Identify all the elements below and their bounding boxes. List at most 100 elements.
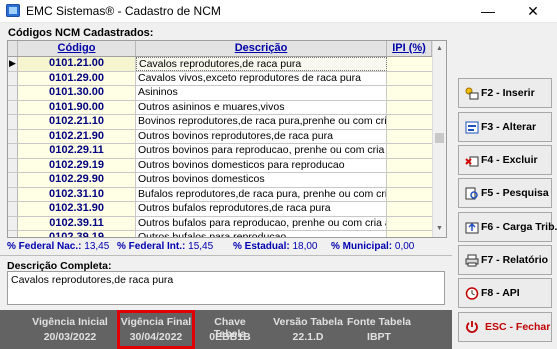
row-indicator: [8, 231, 18, 237]
table-info-footer: Vigência Inicial 20/03/2022 Vigência Fin…: [0, 310, 452, 349]
municipal-total: % Municipal: 0,00: [331, 241, 415, 252]
table-row[interactable]: 0102.21.10 Bovinos reprodutores,de raca p…: [8, 115, 432, 130]
delete-button[interactable]: F4 - Excluir: [458, 145, 552, 175]
row-indicator: [8, 129, 18, 143]
column-header-ipi[interactable]: IPI (%): [387, 41, 432, 56]
table-row[interactable]: 0102.29.90 Outros bovinos domesticos: [8, 173, 432, 188]
insert-button[interactable]: F2 - Inserir: [458, 78, 552, 108]
ipi-cell[interactable]: [387, 216, 432, 230]
ipi-cell[interactable]: [387, 71, 432, 85]
ncm-code-cell[interactable]: 0102.39.19: [18, 231, 136, 237]
ipi-cell[interactable]: [387, 129, 432, 143]
ipi-cell[interactable]: [387, 158, 432, 172]
ipi-cell[interactable]: [387, 86, 432, 100]
description-cell[interactable]: Bovinos reprodutores,de raca pura,prenhe…: [136, 115, 387, 129]
row-indicator-header: [8, 41, 18, 56]
search-button-label: F5 - Pesquisa: [481, 187, 549, 199]
description-cell[interactable]: Outros bovinos para reproducao, prenhe o…: [136, 144, 387, 158]
close-window-button[interactable]: ✕: [513, 0, 553, 22]
ipi-cell[interactable]: [387, 144, 432, 158]
ncm-code-cell[interactable]: 0101.30.00: [18, 86, 136, 100]
ipi-cell[interactable]: [387, 187, 432, 201]
ipi-cell[interactable]: [387, 202, 432, 216]
close-button-label: ESC - Fechar: [485, 321, 551, 333]
minimize-button[interactable]: —: [468, 0, 508, 22]
ncm-code-cell[interactable]: 0101.21.00: [18, 57, 136, 71]
ncm-code-cell[interactable]: 0102.31.10: [18, 187, 136, 201]
ipi-cell[interactable]: [387, 231, 432, 237]
ncm-code-cell[interactable]: 0101.90.00: [18, 100, 136, 114]
description-cell[interactable]: Cavalos reprodutores,de raca pura: [136, 57, 387, 71]
ncm-code-cell[interactable]: 0102.39.11: [18, 216, 136, 230]
vigencia-inicial-value: 20/03/2022: [43, 331, 97, 343]
table-row[interactable]: 0102.29.11 Outros bovinos para reproducao…: [8, 144, 432, 159]
table-row[interactable]: 0101.30.00 Asininos: [8, 86, 432, 101]
description-cell[interactable]: Outros bovinos reprodutores,de raca pura: [136, 129, 387, 143]
table-row[interactable]: 0102.39.19 Outros bufalos para reproducao: [8, 231, 432, 237]
search-button[interactable]: F5 - Pesquisa: [458, 178, 552, 208]
description-cell[interactable]: Outros asininos e muares,vivos: [136, 100, 387, 114]
description-cell[interactable]: Outros bufalos para reproducao: [136, 231, 387, 237]
federal-nac-total: % Federal Nac.: 13,45: [7, 241, 110, 252]
table-row[interactable]: 0102.31.90 Outros bufalos reprodutores,de…: [8, 202, 432, 217]
ncm-code-cell[interactable]: 0101.29.00: [18, 71, 136, 85]
description-field[interactable]: Cavalos reprodutores,de raca pura: [7, 271, 445, 305]
ipi-cell[interactable]: [387, 173, 432, 187]
description-cell[interactable]: Outros bufalos para reproducao, prenhe o…: [136, 216, 387, 230]
ipi-cell[interactable]: [387, 100, 432, 114]
chave-tabela: Chave Tabela 0EBB1B: [198, 310, 262, 349]
edit-button-label: F3 - Alterar: [481, 121, 537, 133]
scroll-thumb[interactable]: [435, 133, 444, 143]
ipi-cell[interactable]: [387, 57, 432, 71]
vigencia-final-value: 30/04/2022: [129, 331, 183, 343]
table-row[interactable]: 0102.31.10 Bufalos reprodutores,de raca p…: [8, 187, 432, 202]
description-cell[interactable]: Cavalos vivos,exceto reprodutores de rac…: [136, 71, 387, 85]
edit-button[interactable]: F3 - Alterar: [458, 112, 552, 142]
scroll-down-icon[interactable]: ▼: [436, 225, 443, 232]
description-cell[interactable]: Outros bovinos domesticos para reproduca…: [136, 158, 387, 172]
column-header-descricao[interactable]: Descrição: [136, 41, 387, 56]
ncm-code-cell[interactable]: 0102.21.10: [18, 115, 136, 129]
table-row[interactable]: ▶ 0101.21.00 Cavalos reprodutores,de raca …: [8, 57, 432, 72]
ncm-code-cell[interactable]: 0102.31.90: [18, 202, 136, 216]
versao-tabela-value: 22.1.D: [292, 331, 324, 343]
fonte-tabela-value: IBPT: [367, 331, 391, 343]
column-header-codigo[interactable]: Código: [18, 41, 136, 56]
row-indicator: [8, 86, 18, 100]
delete-icon: [465, 156, 479, 167]
description-cell[interactable]: Asininos: [136, 86, 387, 100]
delete-button-label: F4 - Excluir: [481, 154, 538, 166]
report-button[interactable]: F7 - Relatório: [458, 245, 552, 275]
description-cell[interactable]: Outros bufalos reprodutores,de raca pura: [136, 202, 387, 216]
table-row[interactable]: 0102.21.90 Outros bovinos reprodutores,de…: [8, 129, 432, 144]
scroll-up-icon[interactable]: ▲: [436, 45, 443, 52]
ipi-cell[interactable]: [387, 115, 432, 129]
app-icon: [6, 4, 20, 17]
description-cell[interactable]: Bufalos reprodutores,de raca pura, prenh…: [136, 187, 387, 201]
vigencia-final-label: Vigência Final: [120, 316, 192, 328]
tax-load-button[interactable]: F6 - Carga Trib.: [458, 212, 557, 242]
ncm-code-cell[interactable]: 0102.29.19: [18, 158, 136, 172]
ncm-code-cell[interactable]: 0102.29.90: [18, 173, 136, 187]
versao-tabela: Versão Tabela 22.1.D: [270, 310, 346, 349]
close-button[interactable]: ESC - Fechar: [458, 312, 552, 342]
grid-rows: ▶ 0101.21.00 Cavalos reprodutores,de raca …: [8, 57, 432, 237]
ncm-code-cell[interactable]: 0102.21.90: [18, 129, 136, 143]
tax-load-button-label: F6 - Carga Trib.: [481, 221, 557, 233]
vigencia-final: Vigência Final 30/04/2022: [117, 310, 195, 349]
edit-icon: [465, 121, 479, 134]
table-row[interactable]: 0101.90.00 Outros asininos e muares,vivos: [8, 100, 432, 115]
table-row[interactable]: 0102.39.11 Outros bufalos para reproducao…: [8, 216, 432, 231]
report-button-label: F7 - Relatório: [481, 254, 549, 266]
row-indicator: [8, 216, 18, 230]
table-row[interactable]: 0102.29.19 Outros bovinos domesticos para…: [8, 158, 432, 173]
ncm-code-cell[interactable]: 0102.29.11: [18, 144, 136, 158]
api-button[interactable]: F8 - API: [458, 278, 552, 308]
search-icon: [465, 187, 478, 200]
printer-icon: [465, 254, 479, 267]
api-button-label: F8 - API: [481, 287, 520, 299]
vertical-scrollbar[interactable]: ▲ ▼: [432, 41, 446, 237]
ncm-grid[interactable]: Código Descrição IPI (%) ▶ 0101.21.00 Cava…: [7, 40, 447, 238]
table-row[interactable]: 0101.29.00 Cavalos vivos,exceto reproduto…: [8, 71, 432, 86]
description-cell[interactable]: Outros bovinos domesticos: [136, 173, 387, 187]
